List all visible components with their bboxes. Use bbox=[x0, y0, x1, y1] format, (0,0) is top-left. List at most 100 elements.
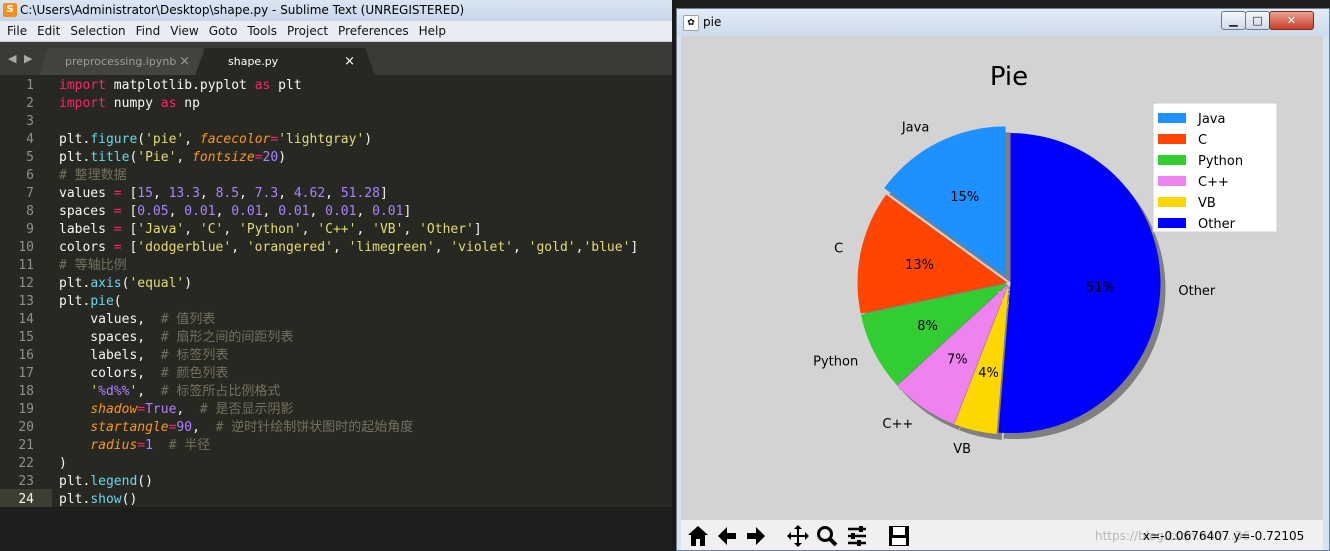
code-line-8: spaces = [0.05, 0.01, 0.01, 0.01, 0.01, … bbox=[59, 204, 412, 219]
legend-label: C bbox=[1198, 133, 1207, 148]
slice-percent: 13% bbox=[905, 258, 934, 273]
line-number: 22 bbox=[18, 456, 34, 471]
menu-edit[interactable]: Edit bbox=[32, 21, 65, 41]
legend-swatch bbox=[1158, 176, 1186, 186]
code-line-16: labels, # 标签列表 bbox=[59, 348, 229, 363]
line-number: 11 bbox=[18, 258, 34, 273]
forward-icon[interactable] bbox=[743, 523, 769, 549]
menu-find[interactable]: Find bbox=[131, 21, 166, 41]
code-line-14: values, # 值列表 bbox=[59, 312, 216, 327]
slice-label: C bbox=[834, 242, 843, 257]
tab-nav-arrows[interactable]: ◀ ▶ bbox=[8, 52, 34, 65]
tab-close-icon[interactable]: × bbox=[344, 48, 355, 75]
tab-close-icon[interactable]: × bbox=[179, 48, 190, 75]
menu-tools[interactable]: Tools bbox=[242, 21, 282, 41]
menu-project[interactable]: Project bbox=[282, 21, 333, 41]
code-editor[interactable]: 1 2 3 4 5 6 7 8 9 10 11 12 13 14 15 16 17 18 19 20 21 22 23 24 … bbox=[0, 75, 676, 551]
figure-app-icon: ✿ bbox=[683, 15, 699, 31]
legend-swatch bbox=[1158, 155, 1186, 165]
pan-icon[interactable] bbox=[785, 523, 811, 549]
sublime-window-title: C:\Users\Administrator\Desktop\shape.py … bbox=[20, 3, 465, 17]
subplots-icon[interactable] bbox=[844, 523, 870, 549]
code-line-22: ) bbox=[59, 456, 67, 471]
menu-goto[interactable]: Goto bbox=[204, 21, 243, 41]
back-icon[interactable] bbox=[714, 523, 740, 549]
pie-slice-other bbox=[998, 133, 1161, 434]
line-number-gutter: 1 2 3 4 5 6 7 8 9 10 11 12 13 14 15 16 17 18 19 20 21 22 23 24 bbox=[0, 75, 52, 507]
line-number: 1 bbox=[26, 78, 34, 93]
code-line-5: plt.title('Pie', fontsize=20) bbox=[59, 150, 287, 165]
line-number: 10 bbox=[18, 240, 34, 255]
code-line-11: # 等轴比例 bbox=[59, 258, 127, 273]
line-number: 6 bbox=[26, 168, 34, 183]
slice-label: Other bbox=[1178, 284, 1216, 299]
tab-label: preprocessing.ipynb bbox=[65, 55, 177, 68]
menu-selection[interactable]: Selection bbox=[65, 21, 130, 41]
line-number: 2 bbox=[26, 96, 34, 111]
zoom-icon[interactable] bbox=[814, 523, 840, 549]
sublime-menubar: File Edit Selection Find View Goto Tools Projec… bbox=[0, 21, 676, 42]
legend-label: C++ bbox=[1198, 175, 1229, 190]
tab-shape-py[interactable]: shape.py × bbox=[195, 48, 375, 75]
line-number: 20 bbox=[18, 420, 34, 435]
save-icon[interactable] bbox=[886, 523, 912, 549]
line-number: 14 bbox=[18, 312, 34, 327]
maximize-button[interactable]: □ bbox=[1245, 11, 1270, 30]
legend-swatch bbox=[1158, 197, 1186, 207]
code-line-19: shadow=True, # 是否显示阴影 bbox=[90, 402, 294, 417]
menu-preferences[interactable]: Preferences bbox=[333, 21, 414, 41]
code-line-18: '%d%%', # 标签所占比例格式 bbox=[90, 384, 281, 399]
code-line-9: labels = ['Java', 'C', 'Python', 'C++', … bbox=[59, 222, 482, 237]
code-line-1: import matplotlib.pyplot as plt bbox=[59, 78, 302, 93]
code-line-4: plt.figure('pie', facecolor='lightgray') bbox=[59, 132, 373, 147]
code-line-7: values = [15, 13.3, 8.5, 7.3, 4.62, 51.2… bbox=[59, 186, 388, 201]
line-number: 17 bbox=[18, 366, 34, 381]
line-number: 9 bbox=[26, 222, 34, 237]
legend-swatch bbox=[1158, 218, 1186, 228]
figure-window: ✿ pie ▁ □ ✕ Pie Java 15% C 13% Python 8% C++ 7%… bbox=[676, 8, 1330, 551]
pie-chart: Pie Java 15% C 13% Python 8% C++ 7% VB 4% Other 51%… bbox=[813, 62, 1278, 457]
line-number: 18 bbox=[18, 384, 34, 399]
slice-label: VB bbox=[953, 442, 971, 457]
tab-label: shape.py bbox=[228, 55, 279, 68]
code-line-15: spaces, # 扇形之间的间距列表 bbox=[59, 330, 294, 345]
menu-view[interactable]: View bbox=[165, 21, 203, 41]
line-number: 23 bbox=[18, 474, 34, 489]
figure-titlebar: ✿ pie ▁ □ ✕ bbox=[677, 9, 1329, 36]
editor-empty-area bbox=[0, 507, 676, 551]
slice-label: C++ bbox=[882, 417, 913, 432]
line-number: 5 bbox=[26, 150, 34, 165]
slice-percent: 7% bbox=[947, 353, 968, 368]
menu-help[interactable]: Help bbox=[414, 21, 451, 41]
home-icon[interactable] bbox=[685, 523, 711, 549]
line-number: 15 bbox=[18, 330, 34, 345]
figure-canvas[interactable]: Pie Java 15% C 13% Python 8% C++ 7% VB 4% Other 51%… bbox=[681, 36, 1323, 520]
tab-preprocessing[interactable]: preprocessing.ipynb × bbox=[40, 48, 210, 75]
slice-percent: 4% bbox=[978, 366, 999, 381]
line-number: 3 bbox=[26, 114, 34, 129]
code-line-10: colors = ['dodgerblue', 'orangered', 'li… bbox=[59, 240, 639, 255]
legend-label: Java bbox=[1197, 112, 1225, 127]
line-number: 13 bbox=[18, 294, 34, 309]
line-number: 21 bbox=[18, 438, 34, 453]
sublime-titlebar: S C:\Users\Administrator\Desktop\shape.p… bbox=[0, 0, 676, 21]
line-number: 8 bbox=[26, 204, 34, 219]
code-line-20: startangle=90, # 逆时针绘制饼状图时的起始角度 bbox=[90, 420, 414, 435]
slice-percent: 51% bbox=[1086, 281, 1115, 296]
menu-file[interactable]: File bbox=[0, 21, 32, 41]
cursor-coordinates: x=-0.0676407 y=-0.72105 bbox=[1143, 529, 1305, 543]
code-line-13: plt.pie( bbox=[59, 294, 122, 309]
sublime-window: S C:\Users\Administrator\Desktop\shape.p… bbox=[0, 0, 676, 551]
code-line-6: # 整理数据 bbox=[59, 168, 127, 183]
close-button[interactable]: ✕ bbox=[1269, 11, 1314, 30]
slice-percent: 15% bbox=[950, 190, 979, 205]
legend: Java C Python C++ VB Other bbox=[1152, 102, 1278, 233]
minimize-button[interactable]: ▁ bbox=[1221, 11, 1246, 30]
code-line-12: plt.axis('equal') bbox=[59, 276, 193, 291]
line-number: 19 bbox=[18, 402, 34, 417]
legend-label: Other bbox=[1198, 217, 1236, 232]
code-line-21: radius=1 # 半径 bbox=[90, 438, 211, 453]
code-line-23: plt.legend() bbox=[59, 474, 153, 489]
legend-swatch bbox=[1158, 134, 1186, 144]
tab-bar: ◀ ▶ preprocessing.ipynb × shape.py × bbox=[0, 42, 676, 75]
